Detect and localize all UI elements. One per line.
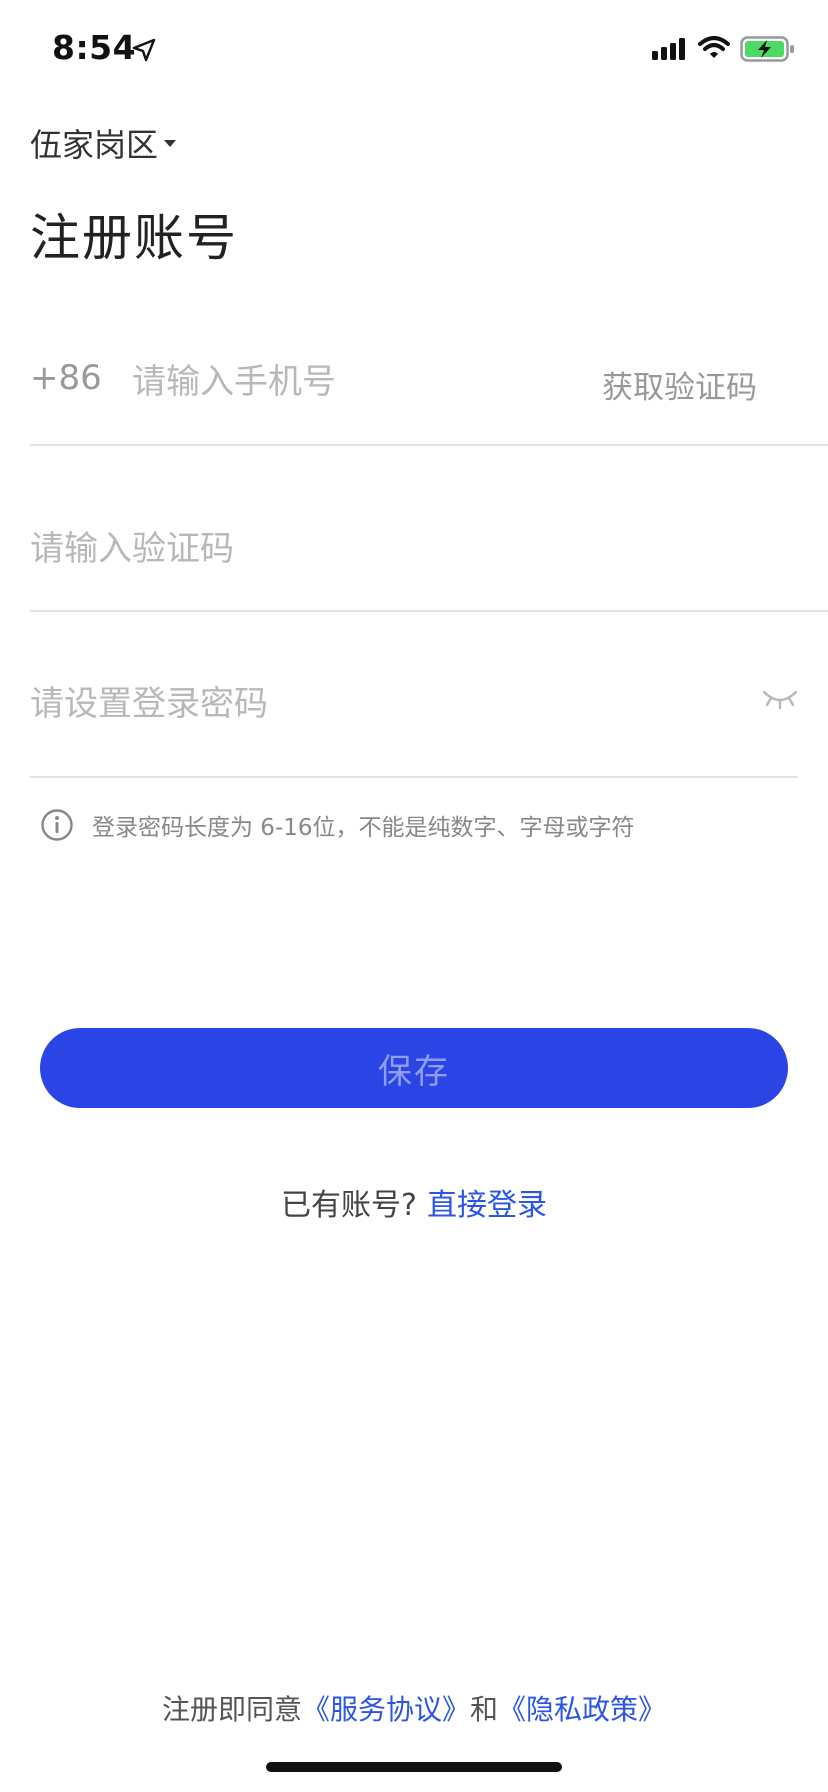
phone-input[interactable] <box>132 358 582 406</box>
login-prompt: 已有账号? 直接登录 <box>0 1180 828 1224</box>
privacy-policy-link[interactable]: 《隐私政策》 <box>498 1693 666 1726</box>
info-icon <box>41 809 73 841</box>
password-divider <box>30 776 798 778</box>
get-code-button[interactable]: 获取验证码 <box>602 362 757 407</box>
page-title: 注册账号 <box>30 209 238 267</box>
region-label: 伍家岗区 <box>30 126 159 164</box>
caret-down-icon <box>164 139 177 147</box>
agreement-conjunction: 和 <box>470 1693 499 1726</box>
home-indicator[interactable] <box>266 1762 562 1772</box>
save-button[interactable]: 保存 <box>40 1028 788 1108</box>
password-hint-text: 登录密码长度为 6-16位，不能是纯数字、字母或字符 <box>92 815 635 841</box>
password-input[interactable] <box>30 680 730 728</box>
direct-login-link[interactable]: 直接登录 <box>427 1188 547 1223</box>
code-input[interactable] <box>30 524 730 574</box>
eye-closed-icon[interactable] <box>762 686 798 714</box>
cellular-signal-icon <box>652 38 685 60</box>
login-prompt-text: 已有账号? <box>281 1188 417 1223</box>
wifi-icon <box>698 36 730 58</box>
phone-divider <box>30 444 828 446</box>
battery-charging-icon <box>740 36 794 62</box>
agreement-prefix: 注册即同意 <box>161 1693 302 1726</box>
service-agreement-link[interactable]: 《服务协议》 <box>302 1693 470 1726</box>
code-divider <box>30 610 828 612</box>
location-arrow-icon <box>132 38 156 62</box>
region-selector[interactable]: 伍家岗区 <box>30 120 177 166</box>
country-code: +86 <box>30 358 102 398</box>
password-hint: 登录密码长度为 6-16位，不能是纯数字、字母或字符 <box>40 808 635 842</box>
status-time: 8:54 <box>52 28 137 67</box>
agreement-line: 注册即同意《服务协议》和《隐私政策》 <box>0 1688 828 1728</box>
